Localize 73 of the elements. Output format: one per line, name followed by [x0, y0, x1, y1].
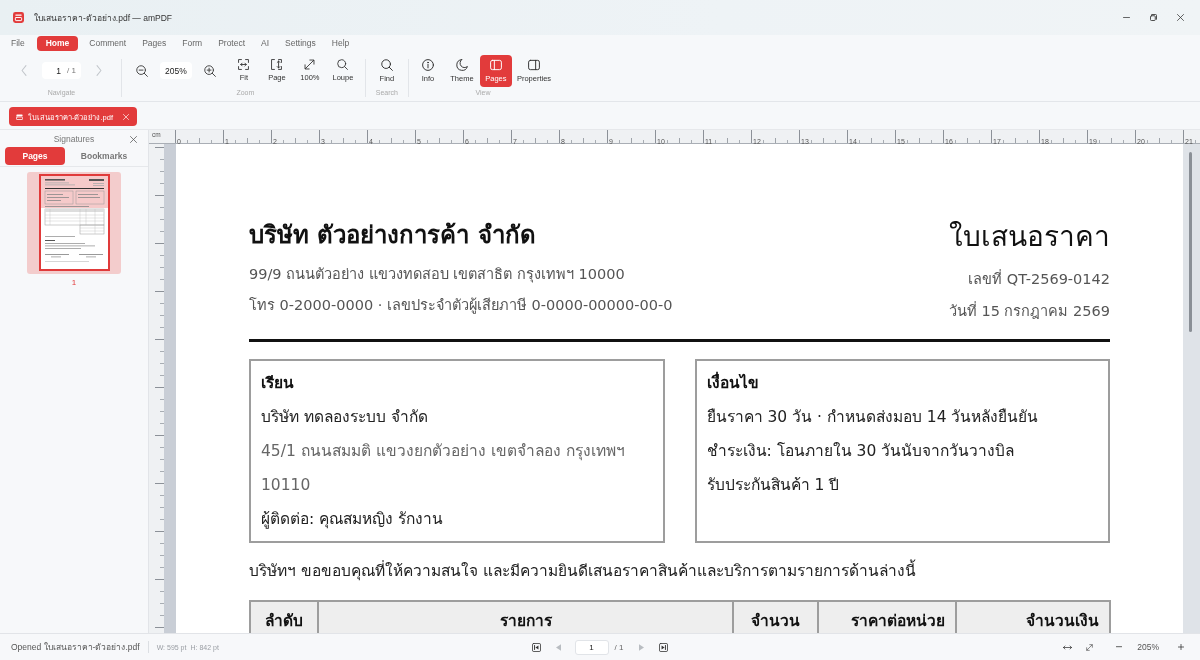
page-count-label: / 1	[64, 62, 81, 79]
skip-back-icon	[532, 642, 542, 652]
close-tab-button[interactable]	[121, 111, 131, 122]
skip-forward-icon	[658, 642, 668, 652]
window-title: ใบเสนอราคา-ตัวอย่าง.pdf — amPDF	[34, 11, 173, 25]
magnifier-plus-icon	[203, 64, 216, 77]
close-icon	[1177, 14, 1184, 21]
panel-tab[interactable]: Pages	[5, 147, 65, 165]
box-text: ยืนราคา 30 วัน · กำหนดส่งมอบ 14 วันหลังยืนยัน	[706, 407, 1040, 428]
document-title: ใบเสนอราคา	[949, 219, 1110, 255]
app-logo-icon	[13, 12, 24, 23]
triangle-right-icon	[638, 643, 644, 651]
chevron-left-icon	[21, 65, 27, 76]
close-icon	[123, 113, 129, 120]
box-heading: เงื่อนไข	[706, 366, 1098, 400]
diagonal-arrows-icon	[304, 58, 316, 70]
menu-item[interactable]: Home	[36, 36, 79, 51]
menu-item[interactable]: Pages	[134, 36, 175, 51]
frame-height-icon	[271, 58, 283, 70]
box-text: ผู้ติดต่อ: คุณสมหญิง รักงาน	[261, 509, 445, 531]
scrollbar-thumb[interactable]	[1189, 152, 1192, 332]
minus-icon	[1116, 646, 1123, 648]
page-number-field[interactable]: 1	[574, 639, 609, 655]
page-thumbnail[interactable]	[27, 172, 121, 274]
box-text: บริษัท ทดลองระบบ จำกัด	[261, 407, 429, 428]
info-icon	[421, 58, 434, 71]
menu-item[interactable]: Comment	[81, 36, 135, 51]
chevron-right-icon	[95, 65, 102, 76]
column-header: รายการ	[318, 601, 733, 633]
close-panel-button[interactable]	[128, 134, 138, 145]
left-panel-icon	[489, 58, 502, 71]
box-heading: เรียน	[261, 373, 295, 394]
minimize-icon	[1123, 16, 1130, 19]
company-name: บริษัท ตัวอย่างการค้า จำกัด	[249, 220, 537, 251]
menu-item[interactable]: Protect	[210, 36, 254, 51]
menu-item[interactable]: Help	[323, 36, 358, 51]
box-text: รับประกันสินค้า 1 ปี	[706, 475, 841, 496]
company-address: 99/9 ถนนตัวอย่าง แขวงทดสอบ เขตสาธิต กรุงเทพฯ 10000	[249, 265, 626, 285]
right-panel-icon	[528, 58, 540, 71]
page-count-label: / 1	[614, 642, 624, 652]
intro-text: บริษัทฯ ขอขอบคุณที่ให้ความสนใจ และมีความยินดีเสนอราคาสินค้าและบริการตามรายการด้านล่างนี้	[249, 556, 1110, 586]
panel-title: Signatures	[52, 133, 96, 144]
diagonal-arrows-icon	[1085, 643, 1093, 651]
menu-item[interactable]: Form	[174, 36, 211, 51]
triangle-left-icon	[556, 643, 562, 651]
moon-icon	[455, 58, 468, 71]
quote-date: วันที่ 15 กรกฎาคม 2569	[948, 300, 1110, 321]
frame-width-icon	[238, 58, 250, 70]
magnifier-minus-icon	[135, 64, 148, 77]
horizontal-arrows-icon	[1062, 644, 1072, 650]
magnifier-icon	[337, 58, 349, 70]
column-header: ลำดับ	[250, 601, 318, 633]
search-icon	[380, 59, 393, 71]
menu-item[interactable]: Settings	[277, 36, 324, 51]
zoom-field[interactable]: 205%	[159, 62, 192, 79]
quote-number: เลขที่ QT-2569-0142	[968, 268, 1110, 289]
company-contact: โทร 0-2000-0000 · เลขประจำตัวผู้เสียภาษี 0-0000-00000-00-0	[249, 296, 673, 316]
panel-tab[interactable]: Bookmarks	[65, 147, 143, 165]
plus-icon	[1178, 644, 1184, 650]
column-header: จำนวนเงิน	[956, 601, 1110, 633]
status-message: Opened ใบเสนอราคา-ตัวอย่าง.pdf	[11, 641, 140, 654]
box-text: ชำระเงิน: โอนภายใน 30 วันนับจากวันวางบิล	[706, 441, 1016, 462]
zoom-level-label: 205%	[1137, 642, 1159, 652]
column-header: ราคาต่อหน่วย	[818, 601, 956, 633]
menu-item[interactable]: File	[3, 36, 33, 51]
menu-item[interactable]: AI	[253, 36, 278, 51]
page-number-label: 1	[71, 278, 77, 287]
column-header: จำนวน	[733, 601, 818, 633]
close-icon	[129, 136, 137, 143]
box-text: 45/1 ถนนสมมติ แขวงยกตัวอย่าง เขตจำลอง กรุงเทพฯ 10110	[261, 441, 626, 496]
restore-icon	[1150, 14, 1157, 21]
page-number-field[interactable]: 1	[42, 62, 64, 79]
document-icon	[16, 113, 23, 120]
